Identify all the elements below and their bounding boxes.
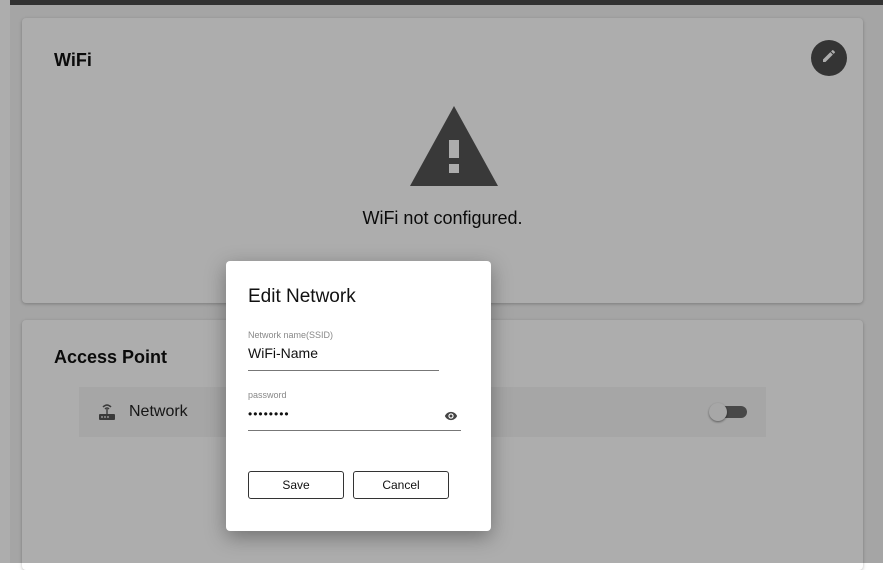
password-input[interactable] [248, 407, 438, 421]
eye-icon[interactable] [444, 409, 458, 423]
save-button[interactable]: Save [248, 471, 344, 499]
ssid-label: Network name(SSID) [248, 330, 334, 340]
edit-network-dialog: Edit Network Network name(SSID) password… [226, 261, 491, 531]
cancel-button[interactable]: Cancel [353, 471, 449, 499]
password-label: password [248, 390, 287, 400]
ssid-input[interactable] [248, 345, 438, 361]
ssid-underline [248, 370, 439, 371]
password-underline [248, 430, 461, 431]
dialog-title: Edit Network [248, 286, 356, 307]
